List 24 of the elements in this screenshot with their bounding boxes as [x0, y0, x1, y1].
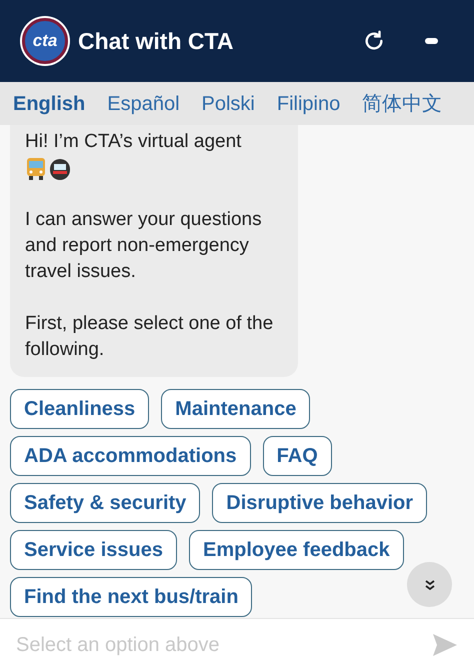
language-tab[interactable]: Español — [107, 88, 180, 118]
option-button[interactable]: Cleanliness — [10, 389, 150, 429]
minimize-icon[interactable] — [425, 38, 438, 44]
option-button[interactable]: Service issues — [10, 530, 177, 570]
option-button[interactable]: ADA accommodations — [10, 436, 251, 476]
language-tab[interactable]: English — [13, 88, 86, 118]
bus-icon — [25, 157, 47, 181]
language-tab[interactable]: Polski — [202, 88, 255, 118]
message-text: I can answer your questions and report non-emergency travel issues. — [25, 208, 263, 284]
cta-logo: cta — [22, 18, 68, 64]
refresh-icon[interactable] — [363, 30, 385, 52]
chevrons-down-icon — [424, 578, 436, 590]
option-button[interactable]: Maintenance — [161, 389, 310, 429]
chat-title: Chat with CTA — [78, 26, 234, 56]
message-text: Hi! I’m CTA’s virtual agent — [25, 130, 242, 154]
option-button[interactable]: Safety & security — [10, 483, 200, 523]
option-button[interactable]: FAQ — [262, 436, 332, 476]
language-tab[interactable]: 简体中文 — [362, 88, 442, 118]
message-text: First, please select one of the following. — [25, 312, 274, 362]
language-tab[interactable]: Filipino — [276, 88, 340, 118]
option-button[interactable]: Find the next bus/train — [10, 577, 252, 617]
option-button[interactable]: Disruptive behavior — [212, 483, 428, 523]
option-button[interactable]: Employee feedback — [189, 530, 404, 570]
train-icon — [49, 157, 71, 181]
